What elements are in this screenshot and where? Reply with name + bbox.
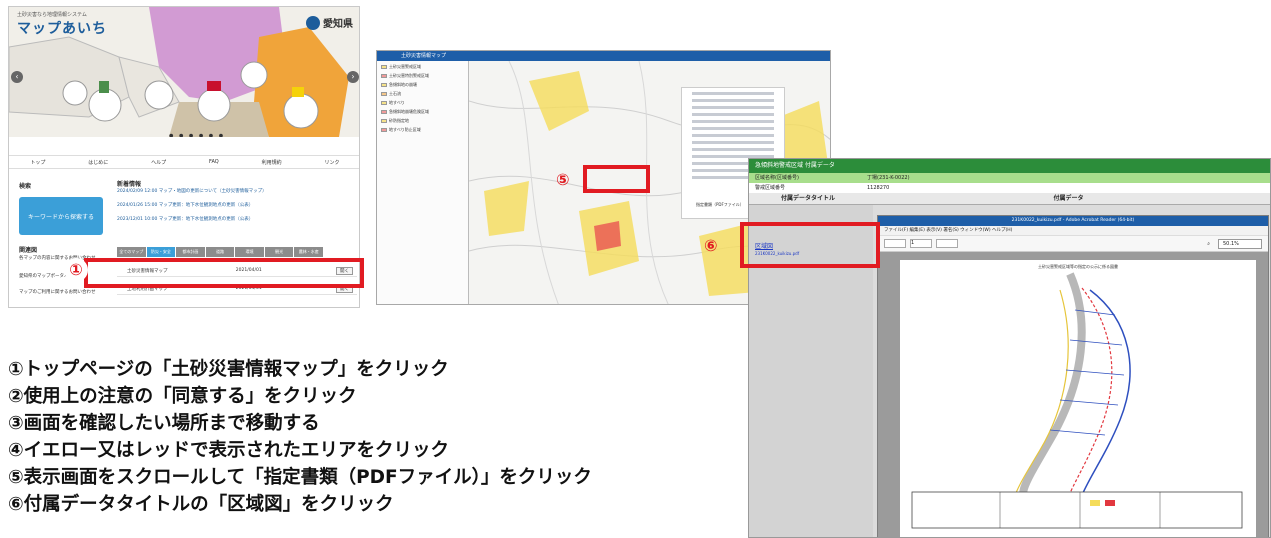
step-marker-1: ① xyxy=(64,258,88,282)
field-key: 警戒区域番号 xyxy=(755,185,786,191)
highlight-box-6 xyxy=(740,222,880,268)
prefecture-badge: 愛知県 xyxy=(306,15,353,30)
keyword-search-button[interactable]: キーワードから探索する xyxy=(19,197,103,235)
zoom-select[interactable]: 50.1% xyxy=(1218,238,1262,249)
zone-name-row: 区域名称(区域番号) 丁場(231-K-0022) xyxy=(749,173,1270,183)
layer-label: 砂防指定地 xyxy=(389,118,409,123)
layer-label: 急傾斜地の崩壊 xyxy=(389,82,417,87)
pdf-viewer-window: 231K0022_kuikizu.pdf - Adobe Acrobat Rea… xyxy=(877,215,1269,537)
layer-item[interactable]: 地すべり防止区域 xyxy=(381,127,464,133)
layer-item[interactable]: 急傾斜地崩壊危険区域 xyxy=(381,109,464,115)
column-data: 付属データ xyxy=(1053,195,1084,202)
highlight-box-5 xyxy=(583,165,650,193)
step-3: ③画面を確認したい場所まで移動する xyxy=(8,413,320,434)
tab-env[interactable]: 環境 xyxy=(235,247,264,257)
nav-item[interactable]: リンク xyxy=(324,159,339,166)
tab-tourism[interactable]: 観光 xyxy=(264,247,294,257)
news-item[interactable]: 2023/12/01 10:00 マップ更新：地下水位観測地点の更新（公表） xyxy=(117,217,357,223)
site-logo[interactable]: マップあいち xyxy=(17,18,107,38)
layer-item[interactable]: 土砂災害特別警戒区域 xyxy=(381,73,464,79)
layer-label: 土砂災害警戒区域 xyxy=(389,64,421,69)
field-value: 丁場(231-K-0022) xyxy=(867,175,910,181)
tab-urban[interactable]: 都市計画 xyxy=(176,247,205,257)
category-tabs: 全てのマップ 防災・安全 都市計画 道路 環境 観光 農林・水産 xyxy=(117,247,324,257)
step-4: ④イエロー又はレッドで表示されたエリアをクリック xyxy=(8,440,449,461)
carousel-dots[interactable]: ● ● ● ● ● ● xyxy=(169,133,225,137)
layer-label: 急傾斜地崩壊危険区域 xyxy=(389,109,429,114)
instruction-steps: ①トップページの「土砂災害情報マップ」をクリック ②使用上の注意の「同意する」を… xyxy=(8,356,748,518)
index-heading: 関連図 xyxy=(19,247,38,254)
nav-item[interactable]: 利用規約 xyxy=(262,159,282,166)
zone-number-row: 警戒区域番号 1128270 xyxy=(749,183,1270,193)
prefecture-emblem-icon xyxy=(306,15,320,30)
column-title: 付属データタイトル xyxy=(780,195,835,202)
brand-tagline: 土砂災害なら地理情報システム xyxy=(17,12,87,18)
nav-item[interactable]: ヘルプ xyxy=(151,159,166,166)
layer-swatch-icon xyxy=(381,74,387,78)
search-icon[interactable]: ⌕ xyxy=(1207,241,1210,247)
layer-item[interactable]: 急傾斜地の崩壊 xyxy=(381,82,464,88)
step-marker-6: ⑥ xyxy=(704,236,718,255)
pdf-document-view[interactable]: 土砂災害警戒区域等の指定の公示に係る図書 xyxy=(878,252,1268,537)
layer-swatch-icon xyxy=(381,128,387,132)
news-item[interactable]: 2024/01/26 15:00 マップ更新：地下水位観測地点の更新（公表） xyxy=(117,203,357,209)
step-2: ②使用上の注意の「同意する」をクリック xyxy=(8,386,357,407)
news-item[interactable]: 2024/02/09 12:00 マップ・地図の更新について（土砂災害情報マップ… xyxy=(117,189,357,195)
carousel-next-icon[interactable]: › xyxy=(347,71,359,83)
field-key: 区域名称(区域番号) xyxy=(755,175,799,181)
page-back-button[interactable] xyxy=(884,239,906,248)
tab-agri[interactable]: 農林・水産 xyxy=(294,247,324,257)
pdf-menu-bar[interactable]: ファイル(F) 編集(E) 表示(V) 署名(S) ウィンドウ(W) ヘルプ(H… xyxy=(878,226,1268,236)
layer-item[interactable]: 土石流 xyxy=(381,91,464,97)
side-link[interactable]: マップのご利用に関するお問い合わせ xyxy=(19,289,96,295)
tab-all-maps[interactable]: 全てのマップ xyxy=(117,247,146,257)
layer-swatch-icon xyxy=(381,83,387,87)
window-title: 土砂災害情報マップ xyxy=(377,51,830,61)
step-1: ①トップページの「土砂災害情報マップ」をクリック xyxy=(8,359,449,380)
prefecture-name: 愛知県 xyxy=(323,19,353,30)
pdf-toolbar: 1 ⌕ 50.1% xyxy=(878,236,1268,252)
highlight-box-1 xyxy=(84,258,364,288)
main-nav: トップ はじめに ヘルプ FAQ 利用規約 リンク xyxy=(9,155,359,169)
layer-label: 地すべり xyxy=(389,100,405,105)
tab-disaster[interactable]: 防災・安全 xyxy=(146,247,176,257)
pdf-page: 土砂災害警戒区域等の指定の公示に係る図書 xyxy=(900,260,1256,537)
layer-swatch-icon xyxy=(381,119,387,123)
step-5: ⑤表示画面をスクロールして「指定書類（PDFファイル）」をクリック xyxy=(8,467,592,488)
search-heading: 検索 xyxy=(19,183,32,190)
page-number-field[interactable]: 1 xyxy=(910,239,932,248)
layer-label: 土砂災害特別警戒区域 xyxy=(389,73,429,78)
page-forward-button[interactable] xyxy=(936,239,958,248)
step-6: ⑥付属データタイトルの「区域図」をクリック xyxy=(8,494,394,515)
table-header: 付属データタイトル 付属データ xyxy=(749,193,1270,205)
nav-item[interactable]: トップ xyxy=(30,159,45,166)
layer-swatch-icon xyxy=(381,92,387,96)
news-heading: 新着情報 xyxy=(117,181,142,188)
layer-item[interactable]: 土砂災害警戒区域 xyxy=(381,64,464,70)
layer-swatch-icon xyxy=(381,101,387,105)
field-value: 1128270 xyxy=(867,185,890,191)
step-marker-5: ⑤ xyxy=(556,170,570,189)
pdf-window-title: 231K0022_kuikizu.pdf - Adobe Acrobat Rea… xyxy=(878,216,1268,226)
window-title: 急傾斜地警戒区域 付属データ xyxy=(749,159,1270,173)
layer-label: 土石流 xyxy=(389,91,401,96)
layer-item[interactable]: 砂防指定地 xyxy=(381,118,464,124)
nav-item[interactable]: FAQ xyxy=(209,159,219,165)
layer-label: 地すべり防止区域 xyxy=(389,127,421,132)
zone-drawing xyxy=(911,272,1243,529)
carousel-prev-icon[interactable]: ‹ xyxy=(11,71,23,83)
layer-item[interactable]: 地すべり xyxy=(381,100,464,106)
nav-item[interactable]: はじめに xyxy=(88,159,108,166)
layer-panel: 土砂災害警戒区域 土砂災害特別警戒区域 急傾斜地の崩壊 土石流 地すべり 急傾斜… xyxy=(377,61,469,304)
side-link[interactable]: 愛知県のマップポータル xyxy=(19,273,69,279)
attached-data-screenshot: 急傾斜地警戒区域 付属データ 区域名称(区域番号) 丁場(231-K-0022) … xyxy=(748,158,1271,538)
prefecture-map[interactable]: 土砂災害なら地理情報システム マップあいち 愛知県 ‹ › ● ● ● ● ● … xyxy=(9,7,359,137)
layer-swatch-icon xyxy=(381,65,387,69)
layer-swatch-icon xyxy=(381,110,387,114)
tab-road[interactable]: 道路 xyxy=(205,247,235,257)
designation-pdf-link[interactable]: 指定書類（PDFファイル） xyxy=(696,202,744,208)
